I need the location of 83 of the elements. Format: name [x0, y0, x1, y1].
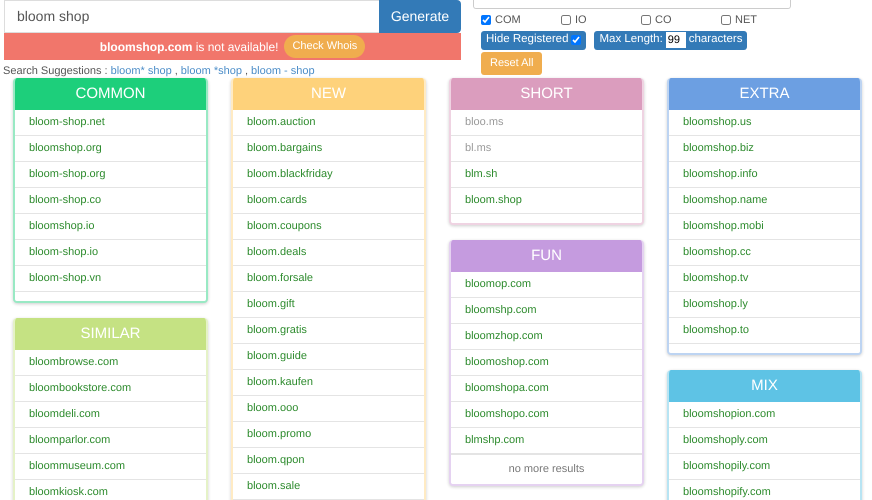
domain-item[interactable]: bloom.bargains [233, 136, 424, 162]
extension-label: COM [495, 13, 521, 28]
domain-item[interactable]: bloom.forsale [233, 266, 424, 292]
card-header: SHORT [451, 78, 642, 110]
domain-item[interactable]: bloommuseum.com [15, 454, 206, 480]
search-field[interactable]: bloom shop [4, 0, 379, 33]
domain-item[interactable]: bloomparlor.com [15, 428, 206, 454]
suggestion-link[interactable]: bloom - shop [251, 63, 315, 80]
domain-item[interactable]: bloom.gift [233, 292, 424, 318]
max-length-field[interactable]: 99 [666, 32, 686, 48]
card-header: FUN [451, 240, 642, 272]
domain-item[interactable]: bloomshopion.com [669, 402, 860, 428]
domain-item[interactable]: bloomshop.name [669, 188, 860, 214]
domain-item[interactable]: bloomshop.biz [669, 136, 860, 162]
suggestion-link[interactable]: bloom *shop [180, 63, 242, 80]
domain-item[interactable]: blm.sh [451, 162, 642, 188]
suggestions-label: Search Suggestions : [3, 64, 108, 79]
domain-item[interactable]: bloomshp.com [451, 298, 642, 324]
domain-item[interactable]: bloom.qpon [233, 448, 424, 474]
domain-item[interactable]: bloomshopify.com [669, 480, 860, 500]
domain-item[interactable]: bloom.sale [233, 474, 424, 500]
domain-item[interactable]: bloomzhop.com [451, 324, 642, 350]
checkbox[interactable] [481, 15, 491, 26]
domain-item[interactable]: bloom.cards [233, 188, 424, 214]
domain-item[interactable]: bloomkiosk.com [15, 480, 206, 500]
checkbox[interactable] [561, 15, 571, 26]
domain-item[interactable]: bloom.deals [233, 240, 424, 266]
extension-label: CO [655, 13, 672, 28]
domain-item[interactable]: bloomshop.org [15, 136, 206, 162]
domain-item[interactable]: bloom-shop.co [15, 188, 206, 214]
domain-item[interactable]: bloomshop.to [669, 318, 860, 344]
checkbox[interactable] [571, 35, 582, 45]
domain-item[interactable]: bloombrowse.com [15, 350, 206, 376]
card-header: EXTRA [669, 78, 860, 110]
select-field[interactable] [473, 0, 791, 9]
extension-label: NET [735, 13, 757, 28]
domain-item[interactable]: bloom-shop.io [15, 240, 206, 266]
domain-item[interactable]: bloom-shop.vn [15, 266, 206, 292]
card-header: COMMON [15, 78, 206, 110]
domain-item[interactable]: bloom.coupons [233, 214, 424, 240]
domain-item[interactable]: bl.ms [451, 136, 642, 162]
domain-item[interactable]: bloom.auction [233, 110, 424, 136]
unit-label: characters [688, 32, 742, 48]
domain-item[interactable]: bloo.ms [451, 110, 642, 136]
domain-item[interactable]: bloomdeli.com [15, 402, 206, 428]
domain-item[interactable]: bloom.kaufen [233, 370, 424, 396]
hide-registered-toggle[interactable]: Hide Registered [481, 30, 586, 50]
domain-item[interactable]: bloomshop.io [15, 214, 206, 240]
domain-item[interactable]: bloomshop.tv [669, 266, 860, 292]
domain-item[interactable]: bloomshopily.com [669, 454, 860, 480]
separator: , [174, 64, 178, 79]
generate-button[interactable]: Generate [379, 0, 461, 33]
domain-item[interactable]: bloomshop.mobi [669, 214, 860, 240]
separator: , [244, 64, 248, 79]
domain-item[interactable]: bloomshop.info [669, 162, 860, 188]
domain-item[interactable]: blmshp.com [451, 428, 642, 454]
suggestion-link[interactable]: bloom* shop [110, 63, 172, 80]
no-more-results-text: no more results [451, 454, 642, 484]
max-length-label: Max Length: [599, 32, 663, 48]
card-header: NEW [233, 78, 424, 110]
domain-item[interactable]: bloom.ooo [233, 396, 424, 422]
availability-message: bloomshop.com is not available! [100, 38, 278, 56]
checkbox[interactable] [641, 15, 651, 26]
domain-item[interactable]: bloomshop.us [669, 110, 860, 136]
extension-label: IO [575, 13, 587, 28]
domain-item[interactable]: bloomshopo.com [451, 402, 642, 428]
card-header: SIMILAR [15, 318, 206, 350]
domain-item[interactable]: bloomoshop.com [451, 350, 642, 376]
card-header: MIX [669, 370, 860, 402]
domain-item[interactable]: bloomshopa.com [451, 376, 642, 402]
domain-item[interactable]: bloomshoply.com [669, 428, 860, 454]
domain-item[interactable]: bloom-shop.org [15, 162, 206, 188]
domain-item[interactable]: bloom-shop.net [15, 110, 206, 136]
domain-item[interactable]: bloomop.com [451, 272, 642, 298]
domain-item[interactable]: bloomshop.cc [669, 240, 860, 266]
domain-item[interactable]: bloom.blackfriday [233, 162, 424, 188]
domain-item[interactable]: bloom.shop [451, 188, 642, 214]
domain-item[interactable]: bloomshop.ly [669, 292, 860, 318]
domain-item[interactable]: bloom.promo [233, 422, 424, 448]
domain-item[interactable]: bloombookstore.com [15, 376, 206, 402]
checkbox[interactable] [721, 15, 731, 26]
domain-item[interactable]: bloom.guide [233, 344, 424, 370]
domain-item[interactable]: bloom.gratis [233, 318, 424, 344]
